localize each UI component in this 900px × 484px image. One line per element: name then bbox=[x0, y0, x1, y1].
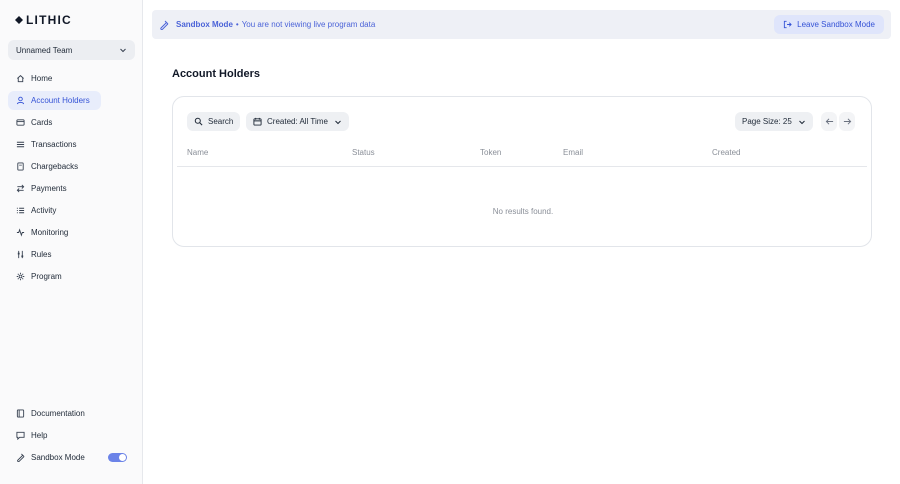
sidebar-item-label: Chargebacks bbox=[31, 162, 79, 171]
chevron-down-icon bbox=[798, 118, 806, 126]
sandbox-mode-toggle[interactable] bbox=[108, 453, 127, 462]
created-filter-label: Created: All Time bbox=[267, 117, 328, 126]
column-header-name[interactable]: Name bbox=[187, 148, 208, 157]
pulse-icon bbox=[16, 228, 25, 237]
sidebar-item-label: Activity bbox=[31, 206, 57, 215]
search-icon bbox=[194, 117, 203, 126]
transfer-icon bbox=[16, 184, 25, 193]
sidebar-item-label: Sandbox Mode bbox=[31, 453, 85, 462]
team-selector[interactable]: Unnamed Team bbox=[8, 40, 135, 60]
account-holders-table-card: Search Created: All Time Page Size: 25 N… bbox=[172, 96, 872, 247]
column-header-token[interactable]: Token bbox=[480, 148, 501, 157]
flask-icon bbox=[16, 453, 25, 462]
empty-state-message: No results found. bbox=[492, 207, 554, 216]
logo-text: LITHIC bbox=[26, 13, 72, 27]
list-icon bbox=[16, 140, 25, 149]
search-button[interactable]: Search bbox=[187, 112, 241, 131]
sidebar-item-label: Rules bbox=[31, 250, 52, 259]
exit-icon bbox=[783, 20, 792, 29]
leave-sandbox-button[interactable]: Leave Sandbox Mode bbox=[774, 15, 884, 34]
sidebar-item-label: Documentation bbox=[31, 409, 85, 418]
arrow-left-icon bbox=[825, 117, 834, 126]
sidebar-item-label: Home bbox=[31, 74, 53, 83]
page-size-label: Page Size: 25 bbox=[742, 117, 792, 126]
sidebar-item-rules[interactable]: Rules bbox=[8, 245, 135, 264]
sidebar-item-label: Program bbox=[31, 272, 62, 281]
sidebar-item-program[interactable]: Program bbox=[8, 267, 135, 286]
sidebar-item-label: Help bbox=[31, 431, 48, 440]
sidebar: LITHIC Unnamed Team Home Account Holders… bbox=[0, 0, 143, 484]
sidebar-item-help[interactable]: Help bbox=[8, 426, 135, 445]
lithic-logo[interactable]: LITHIC bbox=[14, 13, 72, 27]
sidebar-item-chargebacks[interactable]: Chargebacks bbox=[8, 157, 135, 176]
team-name: Unnamed Team bbox=[16, 45, 73, 55]
banner-mode-label: Sandbox Mode bbox=[176, 20, 233, 29]
card-icon bbox=[16, 118, 25, 127]
chevron-down-icon bbox=[119, 46, 127, 54]
sidebar-item-label: Transactions bbox=[31, 140, 77, 149]
sidebar-item-label: Account Holders bbox=[31, 96, 90, 105]
sidebar-item-activity[interactable]: Activity bbox=[8, 201, 135, 220]
arrow-right-icon bbox=[843, 117, 852, 126]
column-header-status[interactable]: Status bbox=[352, 148, 375, 157]
calendar-icon bbox=[253, 117, 262, 126]
sidebar-item-monitoring[interactable]: Monitoring bbox=[8, 223, 135, 242]
banner-separator: • bbox=[235, 20, 239, 29]
column-header-email[interactable]: Email bbox=[563, 148, 583, 157]
sidebar-item-documentation[interactable]: Documentation bbox=[8, 404, 135, 423]
logo-mark-icon bbox=[15, 16, 23, 24]
sidebar-item-label: Cards bbox=[31, 118, 53, 127]
sidebar-bottom: Documentation Help Sandbox Mode bbox=[8, 404, 135, 470]
previous-page-button[interactable] bbox=[821, 112, 837, 131]
sidebar-item-sandbox-mode: Sandbox Mode bbox=[8, 448, 135, 467]
chat-icon bbox=[16, 431, 25, 440]
page-title: Account Holders bbox=[172, 68, 261, 80]
flask-icon bbox=[159, 20, 169, 30]
sidebar-item-payments[interactable]: Payments bbox=[8, 179, 135, 198]
sliders-icon bbox=[16, 250, 25, 259]
gear-icon bbox=[16, 272, 25, 281]
sidebar-item-label: Monitoring bbox=[31, 228, 69, 237]
table-header: Name Status Token Email Created bbox=[177, 143, 867, 167]
column-header-created[interactable]: Created bbox=[712, 148, 740, 157]
sidebar-nav: Home Account Holders Cards Transactions … bbox=[8, 69, 135, 289]
user-icon bbox=[16, 96, 25, 105]
sidebar-item-cards[interactable]: Cards bbox=[8, 113, 135, 132]
leave-sandbox-label: Leave Sandbox Mode bbox=[797, 20, 875, 29]
home-icon bbox=[16, 74, 25, 83]
sidebar-item-transactions[interactable]: Transactions bbox=[8, 135, 135, 154]
sidebar-item-label: Payments bbox=[31, 184, 67, 193]
banner-message: You are not viewing live program data bbox=[241, 20, 376, 29]
created-filter-button[interactable]: Created: All Time bbox=[246, 112, 349, 131]
book-icon bbox=[16, 409, 25, 418]
search-label: Search bbox=[208, 117, 234, 126]
sidebar-item-account-holders[interactable]: Account Holders bbox=[8, 91, 101, 110]
next-page-button[interactable] bbox=[839, 112, 855, 131]
sidebar-item-home[interactable]: Home bbox=[8, 69, 135, 88]
document-icon bbox=[16, 162, 25, 171]
page-size-select[interactable]: Page Size: 25 bbox=[735, 112, 813, 131]
chevron-down-icon bbox=[334, 118, 342, 126]
sandbox-banner: Sandbox Mode • You are not viewing live … bbox=[152, 10, 891, 39]
activity-list-icon bbox=[16, 206, 25, 215]
